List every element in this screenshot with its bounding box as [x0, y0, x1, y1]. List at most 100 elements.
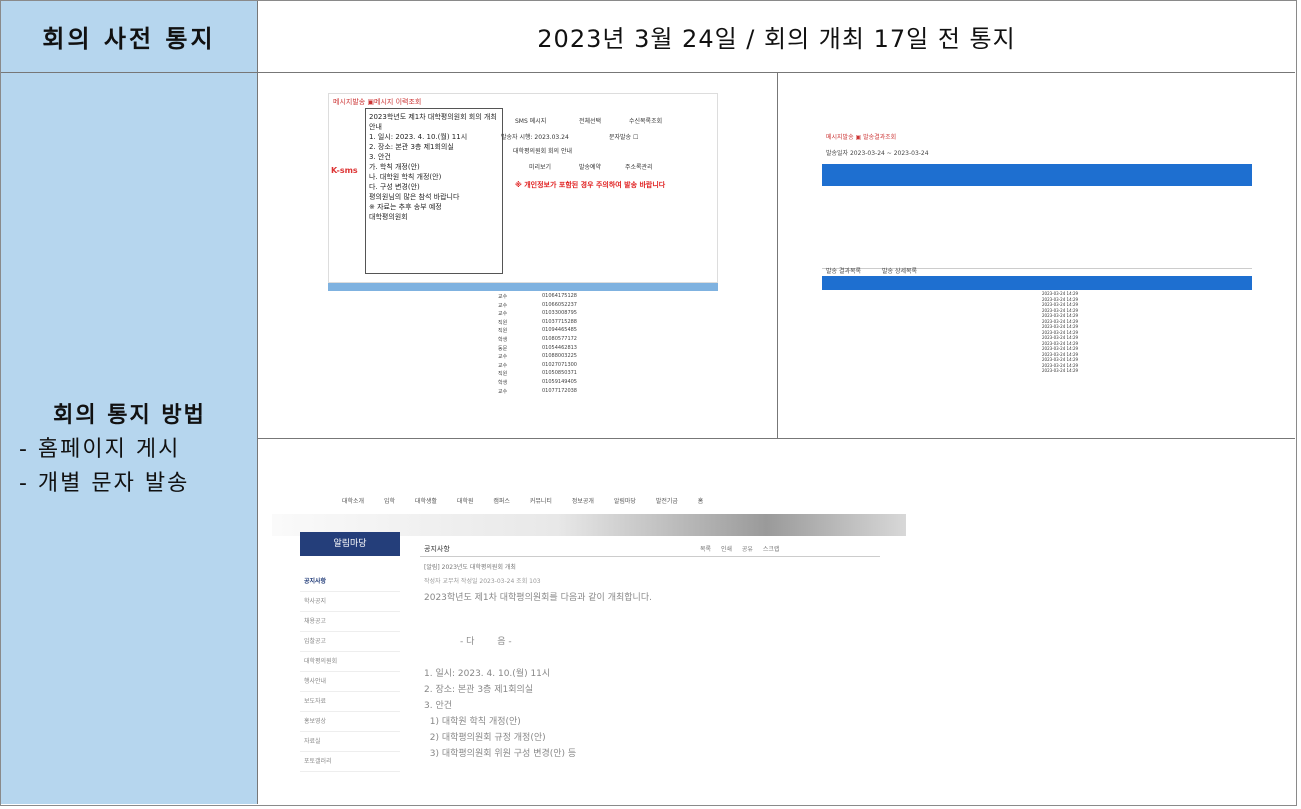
post-breadcrumb: 공지사항	[424, 545, 450, 553]
sms-result-filter[interactable]: 발송일자 2023-03-24 ~ 2023-03-24	[826, 148, 929, 157]
site-side-item[interactable]: 자료실	[300, 732, 400, 752]
detail-sent-time: 2023-03-24 14:29	[1042, 313, 1079, 318]
site-side-item[interactable]: 행사안내	[300, 672, 400, 692]
sms-detail-header	[822, 276, 1252, 284]
post-item: 3) 대학평의원회 위원 구성 변경(안) 등	[424, 749, 577, 759]
detail-sent-time: 2023-03-24 14:29	[1042, 340, 1079, 346]
sms-field-c[interactable]: 수신목록조회	[629, 116, 662, 125]
post-title: [알림] 2023년도 대학평의원회 개최	[424, 564, 516, 571]
recipient-type: 교수	[498, 388, 508, 395]
recipient-type: 직원	[498, 328, 508, 335]
detail-sent-time: 2023-03-24 14:29	[1042, 351, 1079, 357]
side-methods: 회의 통지 방법 - 홈페이지 게시 - 개별 문자 발송	[1, 399, 258, 501]
sms-detail-selected-row[interactable]	[822, 284, 1252, 290]
post-item: 2. 장소: 본관 3층 제1회의실	[424, 685, 534, 695]
recipient-type: 학생	[498, 379, 508, 386]
sms-result-grid	[822, 186, 1252, 269]
post-center-heading: - 다 음 -	[460, 637, 512, 647]
site-side-item[interactable]: 공지사항	[300, 572, 400, 592]
detail-sent-time: 2023-03-24 14:29	[1042, 324, 1079, 329]
sms-recipient-row[interactable]: 학생 01059149405	[328, 379, 718, 388]
sms-warning: ※ 개인정보가 포함된 경우 주의하여 발송 바랍니다	[515, 181, 666, 189]
site-nav[interactable]: 대학소개 입학 대학생활 대학원 캠퍼스 커뮤니티 정보공개 알림마당 발전기금…	[342, 496, 862, 506]
detail-sent-time: 2023-03-24 14:29	[1042, 346, 1079, 351]
detail-sent-time: 2023-03-24 14:29	[1042, 307, 1079, 313]
sms-detail-row[interactable]: 2023-03-24 14:29	[822, 368, 1252, 374]
site-side-item[interactable]: 홍보영상	[300, 712, 400, 732]
sms-recipient-row[interactable]: 직원 01037715288	[328, 319, 718, 328]
sms-recipient-row[interactable]: 교수 01066052237	[328, 302, 718, 311]
homepage-post-screenshot: 대학소개 입학 대학생활 대학원 캠퍼스 커뮤니티 정보공개 알림마당 발전기금…	[272, 496, 910, 796]
sms-body-line: 다. 구성 변경(안)	[369, 183, 420, 191]
site-side-menu: 공지사항 학사공지 채용공고 입찰공고 대학평의원회 행사안내 보도자료 홍보영상 자료실 포토갤…	[300, 572, 400, 772]
recipient-type: 교수	[498, 362, 508, 369]
sms-recipient-row[interactable]: 교수 01077172038	[328, 388, 718, 397]
sms-detail-list: 2023-03-24 14:29 2023-03-24 14:29 2023-03-…	[822, 291, 1252, 374]
sms-recipient-row[interactable]: 교수 01064175128	[328, 293, 718, 302]
sms-recipient-row[interactable]: 학생 01080577172	[328, 336, 718, 345]
sms-recipient-row[interactable]: 직원 01050850371	[328, 370, 718, 379]
sms-body-line: 평의원님의 많은 참석 바랍니다	[369, 193, 460, 201]
side-item-sms: - 개별 문자 발송	[19, 471, 190, 496]
sms-field-e[interactable]: 문자발송 ☐	[609, 132, 638, 141]
recipient-phone: 01088003225	[542, 353, 577, 360]
sms-addressbook-button[interactable]: 주소록관리	[625, 162, 653, 171]
sms-recipient-row[interactable]: 동문 01054462813	[328, 345, 718, 354]
detail-sent-time: 2023-03-24 14:29	[1042, 357, 1079, 362]
sms-recipient-row[interactable]: 교수 01027071300	[328, 362, 718, 371]
recipient-phone: 01037715288	[542, 318, 577, 325]
sms-compose-screenshot: 메시지발송 ▣메시지 이력조회 K-sms 2023학년도 제1차 대학평의원회…	[328, 93, 718, 427]
recipient-phone: 01054462813	[542, 344, 577, 351]
recipient-phone: 01059149405	[542, 378, 577, 385]
sms-body-line: 대학평의원회	[369, 213, 408, 221]
recipient-type: 교수	[498, 294, 508, 300]
recipient-type: 교수	[498, 354, 508, 361]
sms-field-b[interactable]: 전체선택	[579, 116, 601, 125]
post-tools[interactable]: 목록 인쇄 공유 스크랩	[700, 544, 779, 553]
sms-logo: K-sms	[331, 166, 358, 175]
site-side-item[interactable]: 대학평의원회	[300, 652, 400, 672]
recipient-type: 학생	[498, 336, 508, 343]
site-side-item[interactable]: 학사공지	[300, 592, 400, 612]
detail-sent-time: 2023-03-24 14:29	[1042, 296, 1079, 302]
recipient-phone: 01094465485	[542, 327, 577, 334]
detail-sent-time: 2023-03-24 14:29	[1042, 335, 1079, 340]
recipient-phone: 01027071300	[542, 361, 577, 368]
detail-sent-time: 2023-03-24 14:29	[1042, 302, 1079, 307]
recipient-type: 교수	[498, 302, 508, 309]
sms-result-selected-row[interactable]	[822, 164, 1252, 186]
recipient-type: 동문	[498, 345, 508, 352]
sms-preview-button[interactable]: 미리보기	[529, 162, 551, 171]
sms-recipient-header	[328, 283, 718, 291]
sms-field-f: 대학평의원회 회의 안내	[513, 148, 573, 155]
recipient-phone: 01033008795	[542, 310, 577, 317]
recipient-type: 직원	[498, 371, 508, 378]
sms-recipient-row[interactable]: 교수 01088003225	[328, 353, 718, 362]
detail-sent-time: 2023-03-24 14:29	[1042, 368, 1079, 373]
sms-reserve-button[interactable]: 발송예약	[579, 162, 601, 171]
recipient-phone: 01064175128	[542, 293, 577, 299]
detail-sent-time: 2023-03-24 14:29	[1042, 362, 1079, 368]
sms-body-line: 1. 일시: 2023. 4. 10.(월) 11시	[369, 133, 468, 141]
sms-recipient-row[interactable]: 교수 01033008795	[328, 310, 718, 319]
side-panel: 회의 통지 방법 - 홈페이지 게시 - 개별 문자 발송	[1, 73, 258, 804]
site-side-item[interactable]: 포토갤러리	[300, 752, 400, 772]
sms-message-box: 2023학년도 제1차 대학평의원회 회의 개최 안내 1. 일시: 2023.…	[365, 108, 503, 274]
sms-field-d: 발송자 시행: 2023.03.24	[501, 134, 569, 141]
site-side-item[interactable]: 입찰공고	[300, 632, 400, 652]
detail-sent-time: 2023-03-24 14:29	[1042, 318, 1079, 324]
post-divider	[420, 556, 880, 557]
sms-result-label-b: 발송 상세목록	[882, 268, 918, 275]
sms-body-line: 3. 안건	[369, 153, 391, 161]
site-side-item[interactable]: 채용공고	[300, 612, 400, 632]
sms-recipient-row[interactable]: 직원 01094465485	[328, 327, 718, 336]
recipient-type: 교수	[498, 311, 508, 318]
recipient-phone: 01050850371	[542, 370, 577, 377]
site-side-item[interactable]: 보도자료	[300, 692, 400, 712]
sms-field-a[interactable]: SMS 메시지	[515, 116, 546, 125]
sms-recipient-list: 교수 01064175128 교수 01066052237 교수 01033008795 직…	[328, 293, 718, 396]
sms-body-line: 2. 장소: 본관 3층 제1회의실	[369, 143, 454, 151]
sms-result-label-a: 발송 결과목록	[826, 268, 862, 275]
post-item: 1) 대학원 학칙 개정(안)	[424, 717, 521, 727]
divider-vertical	[777, 73, 778, 439]
